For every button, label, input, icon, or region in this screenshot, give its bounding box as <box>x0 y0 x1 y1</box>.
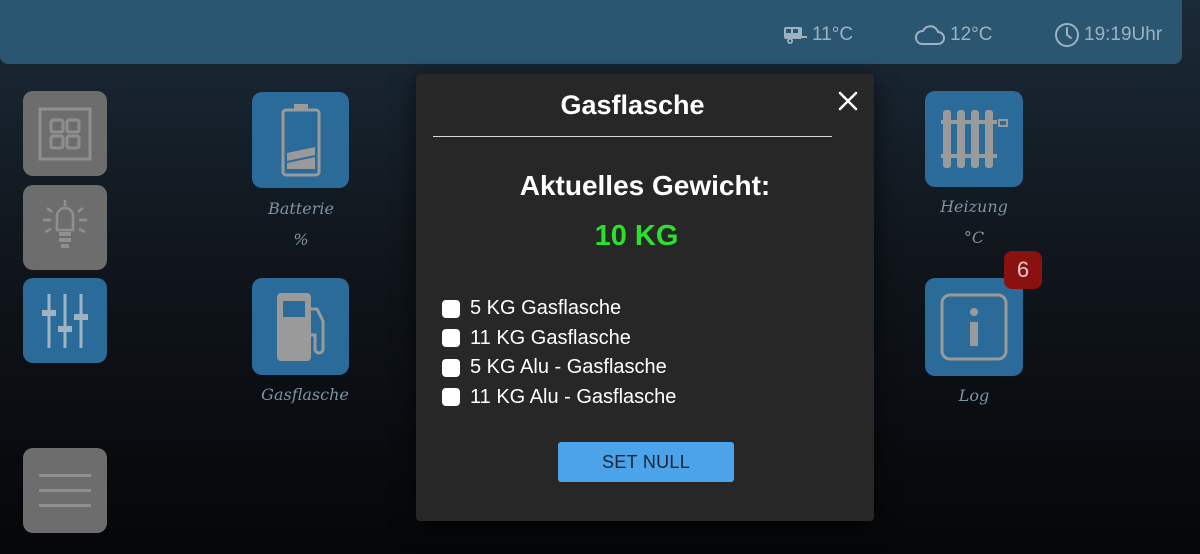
time-status: 19:19Uhr <box>1054 22 1162 48</box>
weather-status: 12°C <box>914 22 992 48</box>
top-bar: 11°C 12°C 19:19Uhr <box>0 0 1182 64</box>
caravan-icon <box>784 27 807 44</box>
set-null-button[interactable]: SET NULL <box>558 442 734 482</box>
fuel-pump-icon <box>276 292 324 361</box>
light-tile[interactable] <box>23 185 107 270</box>
option-checkbox[interactable] <box>442 388 460 407</box>
settings-tile[interactable] <box>23 278 107 363</box>
menu-tile[interactable] <box>23 448 107 533</box>
option-row[interactable]: 11 KG Alu - Gasflasche <box>442 383 676 413</box>
gasflasche-caption: Gasflasche <box>261 385 349 404</box>
battery-icon <box>281 104 320 177</box>
batterie-caption: Batterie <box>268 199 334 218</box>
time-value: 19:19Uhr <box>1084 24 1163 45</box>
lightbulb-icon <box>43 199 87 248</box>
dialog-title: Gasflasche <box>560 90 705 120</box>
heizung-tile[interactable] <box>925 91 1023 187</box>
close-button[interactable] <box>835 88 861 114</box>
gasflasche-dialog: Gasflasche Aktuelles Gewicht: 10 KG 5 KG… <box>416 74 874 521</box>
outside-temp-status: 11°C <box>782 22 853 48</box>
weather-temp-value: 12°C <box>950 24 993 45</box>
gasflasche-tile[interactable] <box>252 278 349 375</box>
radiator-icon <box>941 110 1008 168</box>
close-icon <box>838 91 858 111</box>
outside-temp-value: 11°C <box>812 24 854 45</box>
option-row[interactable]: 11 KG Gasflasche <box>442 324 676 354</box>
title-divider <box>433 136 832 137</box>
option-label: 11 KG Gasflasche <box>470 326 631 349</box>
option-checkbox[interactable] <box>442 329 460 348</box>
option-checkbox[interactable] <box>442 358 460 377</box>
option-label: 11 KG Alu - Gasflasche <box>470 385 677 408</box>
option-label: 5 KG Alu - Gasflasche <box>470 356 667 379</box>
option-row[interactable]: 5 KG Gasflasche <box>442 294 676 324</box>
option-checkbox[interactable] <box>442 299 460 318</box>
log-badge: 6 <box>1004 251 1042 289</box>
clock-icon <box>1055 23 1079 47</box>
grid-icon <box>38 107 92 160</box>
option-label: 5 KG Gasflasche <box>470 297 622 320</box>
heizung-unit: °C <box>963 228 985 247</box>
dashboard-tile[interactable] <box>23 91 107 176</box>
heizung-caption: Heizung <box>940 197 1008 216</box>
batterie-tile[interactable] <box>252 92 349 188</box>
log-tile[interactable] <box>925 278 1023 376</box>
cloud-icon <box>915 25 945 45</box>
current-weight-value: 10 KG <box>594 220 679 252</box>
sliders-icon <box>42 293 88 348</box>
current-weight-label: Aktuelles Gewicht: <box>519 170 771 201</box>
info-icon <box>940 293 1008 361</box>
cylinder-options: 5 KG Gasflasche 11 KG Gasflasche 5 KG Al… <box>442 294 676 412</box>
batterie-unit: % <box>293 230 309 249</box>
menu-icon <box>39 473 91 507</box>
log-caption: Log <box>958 386 990 405</box>
option-row[interactable]: 5 KG Alu - Gasflasche <box>442 353 676 383</box>
